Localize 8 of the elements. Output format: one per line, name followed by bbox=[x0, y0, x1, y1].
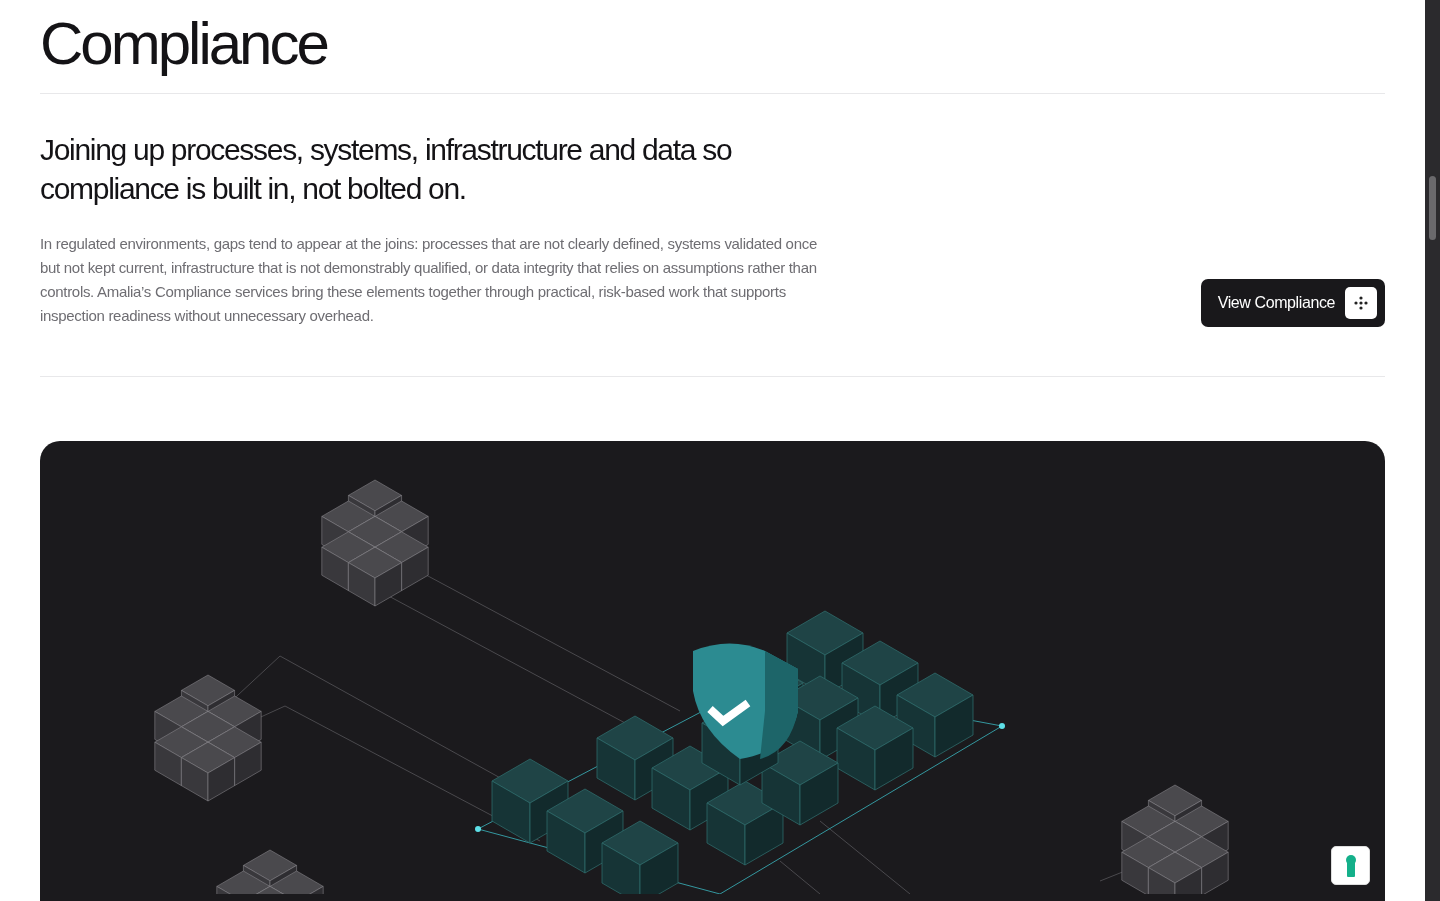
headline: Joining up processes, systems, infrastructure and data so compliance is built in, not bolted on. bbox=[40, 132, 733, 207]
keyhole-icon bbox=[1344, 854, 1357, 877]
body-paragraph: In regulated environments, gaps tend to appear at the joins: processes that are not clearly defined, systems validated once but not kept current, infrastructure that is not demonstrably qualified, or data integrity that relies on assumptions rather than controls. Amalia’s Compliance services bring these elements together through practical, risk-based work that supports inspection readiness without unnecessary overhead. bbox=[40, 234, 818, 326]
dots-icon bbox=[1354, 296, 1368, 310]
scrollbar[interactable] bbox=[1425, 0, 1440, 901]
widget-button[interactable] bbox=[1331, 846, 1370, 885]
view-compliance-button[interactable]: View Compliance bbox=[1200, 279, 1385, 327]
section-title: Compliance bbox=[40, 9, 329, 79]
